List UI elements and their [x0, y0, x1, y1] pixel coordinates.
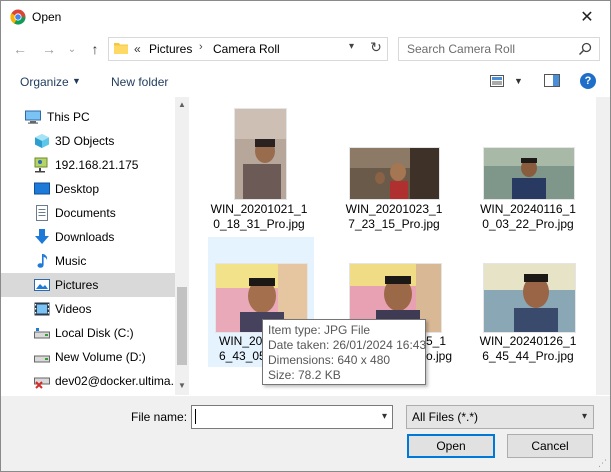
- photo-thumbnail: [349, 147, 440, 200]
- file-name: 7_23_15_Pro.jpg: [348, 217, 440, 231]
- navigation-pane: This PC 3D Objects 192.168.21.175 Deskto…: [1, 97, 175, 395]
- preview-pane-icon[interactable]: [544, 74, 560, 87]
- chevron-down-icon: ⌄: [67, 43, 77, 55]
- forward-button[interactable]: →: [40, 41, 58, 57]
- sidebar-item-this-pc[interactable]: This PC: [1, 105, 175, 129]
- sidebar-item-documents[interactable]: Documents: [1, 201, 175, 225]
- address-overflow[interactable]: «: [134, 42, 141, 56]
- view-dropdown-icon[interactable]: ▼: [514, 76, 523, 86]
- file-type-value: All Files (*.*): [412, 410, 479, 424]
- file-name: 0_18_31_Pro.jpg: [213, 217, 305, 231]
- search-input[interactable]: Search Camera Roll: [407, 42, 515, 56]
- file-info-tooltip: Item type: JPG File Date taken: 26/01/20…: [262, 319, 426, 385]
- tooltip-item-type: Item type: JPG File: [268, 323, 371, 337]
- close-icon: ✕: [580, 9, 594, 26]
- sidebar-item-network-drive[interactable]: 192.168.21.175: [1, 153, 175, 177]
- computer-icon: [25, 110, 41, 124]
- back-arrow-icon: ←: [13, 41, 27, 57]
- sidebar-item-downloads[interactable]: Downloads: [1, 225, 175, 249]
- disconnected-drive-icon: [34, 377, 50, 389]
- scroll-up-icon[interactable]: ▲: [178, 100, 186, 109]
- videos-icon: [34, 302, 50, 316]
- open-dialog: Open ✕ ← → ⌄ ↑ « Pictures › Camera Roll …: [0, 0, 611, 472]
- file-type-select[interactable]: All Files (*.*) ▾: [406, 405, 594, 429]
- photo-thumbnail: [234, 108, 287, 200]
- file-name-fragment: 5_1: [426, 334, 447, 348]
- network-drive-icon: [34, 157, 48, 173]
- close-button[interactable]: ✕: [564, 1, 610, 33]
- sidebar-item-3d-objects[interactable]: 3D Objects: [1, 129, 175, 153]
- sidebar-item-pictures[interactable]: Pictures: [1, 273, 175, 297]
- recent-locations-button[interactable]: ⌄: [63, 41, 81, 57]
- sidebar-item-new-volume-d[interactable]: New Volume (D:): [1, 345, 175, 369]
- back-button[interactable]: ←: [11, 41, 29, 57]
- breadcrumb-camera-roll[interactable]: Camera Roll: [213, 42, 280, 56]
- download-icon: [35, 229, 49, 244]
- file-name: 0_03_22_Pro.jpg: [482, 217, 574, 231]
- breadcrumb-separator[interactable]: ›: [199, 41, 203, 53]
- pictures-icon: [34, 279, 50, 291]
- change-view-icon[interactable]: [490, 75, 504, 87]
- up-arrow-icon: ↑: [91, 41, 99, 57]
- tooltip-date-taken: Date taken: 26/01/2024 16:43: [268, 338, 427, 352]
- photo-thumbnail: [483, 147, 575, 200]
- open-button[interactable]: Open: [407, 434, 495, 458]
- sidebar-item-network-share[interactable]: dev02@docker.ultima...: [1, 369, 175, 393]
- sidebar-item-music[interactable]: Music: [1, 249, 175, 273]
- disk-icon: [34, 355, 50, 363]
- file-name-label: File name:: [131, 410, 188, 424]
- organize-button[interactable]: Organize: [20, 75, 69, 89]
- search-icon: [578, 42, 592, 56]
- chevron-down-icon: ▾: [581, 411, 587, 422]
- window-title: Open: [32, 10, 62, 24]
- photo-thumbnail: [483, 263, 576, 333]
- content-scrollbar[interactable]: [596, 97, 610, 395]
- file-name: 6_45_44_Pro.jpg: [482, 349, 574, 363]
- file-name: WIN_20240116_1: [480, 202, 576, 216]
- address-bar[interactable]: « Pictures › Camera Roll ▾ ↻: [108, 37, 388, 61]
- help-icon[interactable]: ?: [580, 73, 596, 89]
- address-dropdown-icon[interactable]: ▾: [349, 41, 354, 52]
- new-folder-button[interactable]: New folder: [111, 75, 168, 89]
- title-bar: Open ✕: [1, 1, 610, 33]
- search-box[interactable]: Search Camera Roll: [398, 37, 600, 61]
- cancel-button[interactable]: Cancel: [507, 434, 593, 458]
- sidebar-item-desktop[interactable]: Desktop: [1, 177, 175, 201]
- forward-arrow-icon: →: [42, 41, 56, 57]
- file-name-field[interactable]: ▾: [191, 405, 393, 429]
- scrollbar-thumb[interactable]: [177, 287, 187, 365]
- file-name-fragment: o.jpg: [426, 349, 453, 363]
- desktop-icon: [34, 182, 50, 195]
- breadcrumb-pictures[interactable]: Pictures: [149, 42, 192, 56]
- up-button[interactable]: ↑: [86, 41, 104, 57]
- file-name: WIN_20240126_1: [479, 334, 577, 348]
- refresh-icon[interactable]: ↻: [367, 39, 385, 56]
- folder-icon: [114, 43, 128, 54]
- navigation-scrollbar[interactable]: ▲ ▼: [175, 97, 189, 395]
- file-name: WIN_20201023_1: [345, 202, 443, 216]
- documents-icon: [36, 205, 48, 221]
- sidebar-item-local-disk-c[interactable]: Local Disk (C:): [1, 321, 175, 345]
- music-icon: [37, 254, 48, 268]
- file-name: WIN_20201021_1: [210, 202, 308, 216]
- chrome-icon: [10, 9, 26, 25]
- tooltip-size: Size: 78.2 KB: [268, 368, 341, 382]
- cube-icon: [35, 134, 49, 148]
- scroll-down-icon[interactable]: ▼: [178, 381, 186, 390]
- chevron-down-icon[interactable]: ▾: [382, 411, 387, 422]
- tooltip-dimensions: Dimensions: 640 x 480: [268, 353, 391, 367]
- resize-grip-icon[interactable]: ⋰: [598, 458, 607, 469]
- organize-dropdown-icon[interactable]: ▼: [72, 76, 81, 86]
- text-caret: [195, 409, 196, 424]
- disk-icon: [34, 328, 50, 339]
- sidebar-item-videos[interactable]: Videos: [1, 297, 175, 321]
